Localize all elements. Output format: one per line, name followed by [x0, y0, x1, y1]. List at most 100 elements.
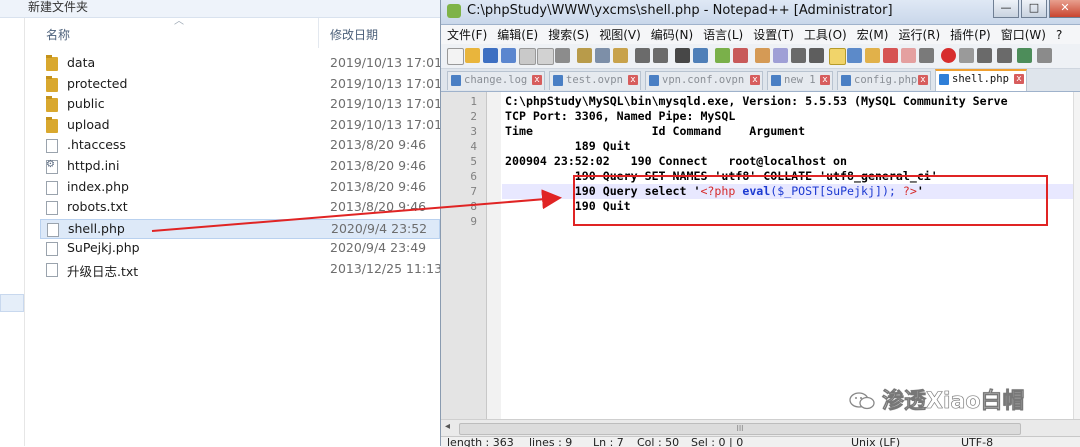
file-row-shell-php[interactable]: shell.php 2020/9/4 23:52	[40, 218, 440, 240]
indent-guide-icon[interactable]	[829, 48, 846, 65]
maximize-button[interactable]: □	[1021, 0, 1047, 18]
menu-edit[interactable]: 编辑(E)	[491, 25, 542, 43]
title-bar[interactable]: C:\phpStudy\WWW\yxcms\shell.php - Notepa…	[441, 0, 1080, 25]
notepad-app-icon[interactable]	[447, 4, 461, 18]
tab-new-1[interactable]: new 1 x	[767, 71, 833, 90]
close-file-icon[interactable]	[519, 48, 536, 65]
line-number-margin[interactable]: 1 2 3 4 5 6 7 8 9	[441, 92, 487, 419]
menu-macro[interactable]: 宏(M)	[851, 25, 893, 43]
scroll-left-icon[interactable]: ◂	[445, 421, 450, 432]
sync-vertical-icon[interactable]	[755, 48, 770, 63]
show-all-characters-icon[interactable]	[809, 48, 824, 63]
close-tab-icon[interactable]: x	[532, 75, 542, 85]
file-name: 升级日志.txt	[67, 263, 139, 279]
file-row-public[interactable]: public 2019/10/13 17:01	[40, 95, 442, 116]
close-tab-icon[interactable]: x	[820, 75, 830, 85]
column-header-name[interactable]: 名称	[46, 26, 70, 43]
close-all-icon[interactable]	[537, 48, 554, 65]
language-icon[interactable]	[847, 48, 862, 63]
word-wrap-icon[interactable]	[791, 48, 806, 63]
menu-run[interactable]: 运行(R)	[892, 25, 944, 43]
print-icon[interactable]	[555, 48, 570, 63]
file-row-httpd-ini[interactable]: httpd.ini 2013/8/20 9:46	[40, 157, 440, 178]
file-row-upgrade-log[interactable]: 升级日志.txt 2013/12/25 11:13	[40, 260, 442, 281]
menu-tools[interactable]: 工具(O)	[798, 25, 851, 43]
stop-macro-icon[interactable]	[959, 48, 974, 63]
tab-change-log[interactable]: change.log x	[447, 71, 545, 90]
tab-label: test.ovpn	[566, 74, 623, 86]
close-tab-icon[interactable]: x	[750, 75, 760, 85]
close-tab-icon[interactable]: x	[1014, 74, 1024, 84]
cut-icon[interactable]	[577, 48, 592, 63]
save-all-icon[interactable]	[501, 48, 516, 63]
copy-icon[interactable]	[595, 48, 610, 63]
save-icon[interactable]	[483, 48, 498, 63]
column-header-date[interactable]: 修改日期	[330, 26, 378, 43]
file-row-htaccess[interactable]: .htaccess 2013/8/20 9:46	[40, 136, 440, 157]
spell-check-icon[interactable]	[1037, 48, 1052, 63]
file-tab-icon	[841, 75, 851, 86]
menu-plugins[interactable]: 插件(P)	[944, 25, 995, 43]
column-divider[interactable]	[318, 18, 319, 48]
tab-vpn-conf-ovpn[interactable]: vpn.conf.ovpn x	[645, 71, 763, 90]
file-row-data[interactable]: data 2019/10/13 17:01	[40, 54, 442, 75]
menu-settings[interactable]: 设置(T)	[747, 25, 798, 43]
new-folder-button[interactable]: 新建文件夹	[28, 0, 88, 15]
save-macro-icon[interactable]	[1017, 48, 1032, 63]
tab-config-php[interactable]: config.php x	[837, 71, 931, 90]
editor-area[interactable]: 1 2 3 4 5 6 7 8 9 C:\phpStudy\MySQL\bin\…	[441, 92, 1073, 419]
menu-file[interactable]: 文件(F)	[441, 25, 491, 43]
replace-icon[interactable]	[693, 48, 708, 63]
menu-search[interactable]: 搜索(S)	[542, 25, 593, 43]
close-tab-icon[interactable]: x	[628, 75, 638, 85]
status-bar: length : 363 lines : 9 Ln : 7 Col : 50 S…	[441, 436, 1080, 447]
tab-label: vpn.conf.ovpn	[662, 74, 745, 86]
tab-test-ovpn[interactable]: test.ovpn x	[549, 71, 641, 90]
menu-window[interactable]: 窗口(W)	[995, 25, 1050, 43]
line-number: 6	[470, 170, 477, 183]
file-icon	[47, 222, 59, 237]
new-file-icon[interactable]	[447, 48, 464, 65]
menu-help[interactable]: ?	[1050, 27, 1066, 42]
vertical-scrollbar[interactable]	[1073, 92, 1080, 419]
paste-icon[interactable]	[613, 48, 628, 63]
sort-chevron-icon[interactable]: ︿	[174, 12, 184, 27]
file-icon	[46, 139, 58, 154]
close-tab-icon[interactable]: x	[918, 75, 928, 85]
file-row-robots-txt[interactable]: robots.txt 2013/8/20 9:46	[40, 198, 440, 219]
zoom-out-icon[interactable]	[733, 48, 748, 63]
nav-selected-item[interactable]	[0, 294, 24, 312]
file-date: 2013/8/20 9:46	[330, 178, 427, 194]
menu-view[interactable]: 视图(V)	[593, 25, 645, 43]
file-name: protected	[67, 75, 128, 91]
monitoring-icon[interactable]	[919, 48, 934, 63]
horizontal-scrollbar[interactable]: ◂ III	[441, 419, 1080, 436]
file-row-upload[interactable]: upload 2019/10/13 17:01	[40, 116, 442, 137]
file-row-index-php[interactable]: index.php 2013/8/20 9:46	[40, 178, 440, 199]
folder-as-workspace-icon[interactable]	[865, 48, 880, 63]
close-button[interactable]: ✕	[1049, 0, 1080, 18]
function-list-icon[interactable]	[901, 48, 916, 63]
menu-language[interactable]: 语言(L)	[697, 25, 747, 43]
record-macro-icon[interactable]	[941, 48, 956, 63]
zoom-in-icon[interactable]	[715, 48, 730, 63]
find-icon[interactable]	[675, 48, 690, 63]
sync-horizontal-icon[interactable]	[773, 48, 788, 63]
minimize-button[interactable]: —	[993, 0, 1019, 18]
undo-icon[interactable]	[635, 48, 650, 63]
fold-margin[interactable]	[487, 92, 501, 419]
run-macro-multiple-icon[interactable]	[997, 48, 1012, 63]
scroll-thumb[interactable]: III	[459, 423, 1021, 435]
open-file-icon[interactable]	[465, 48, 480, 63]
redo-icon[interactable]	[653, 48, 668, 63]
play-macro-icon[interactable]	[977, 48, 992, 63]
file-row-supejkj-php[interactable]: SuPejkj.php 2020/9/4 23:49	[40, 239, 440, 260]
window-title: C:\phpStudy\WWW\yxcms\shell.php - Notepa…	[467, 3, 893, 18]
config-file-icon	[46, 159, 58, 174]
document-map-icon[interactable]	[883, 48, 898, 63]
menu-encoding[interactable]: 编码(N)	[645, 25, 697, 43]
explorer-navigation-pane[interactable]	[0, 18, 25, 446]
file-row-protected[interactable]: protected 2019/10/13 17:01	[40, 75, 442, 96]
file-name: public	[67, 96, 105, 112]
tab-shell-php[interactable]: shell.php x	[935, 69, 1027, 91]
